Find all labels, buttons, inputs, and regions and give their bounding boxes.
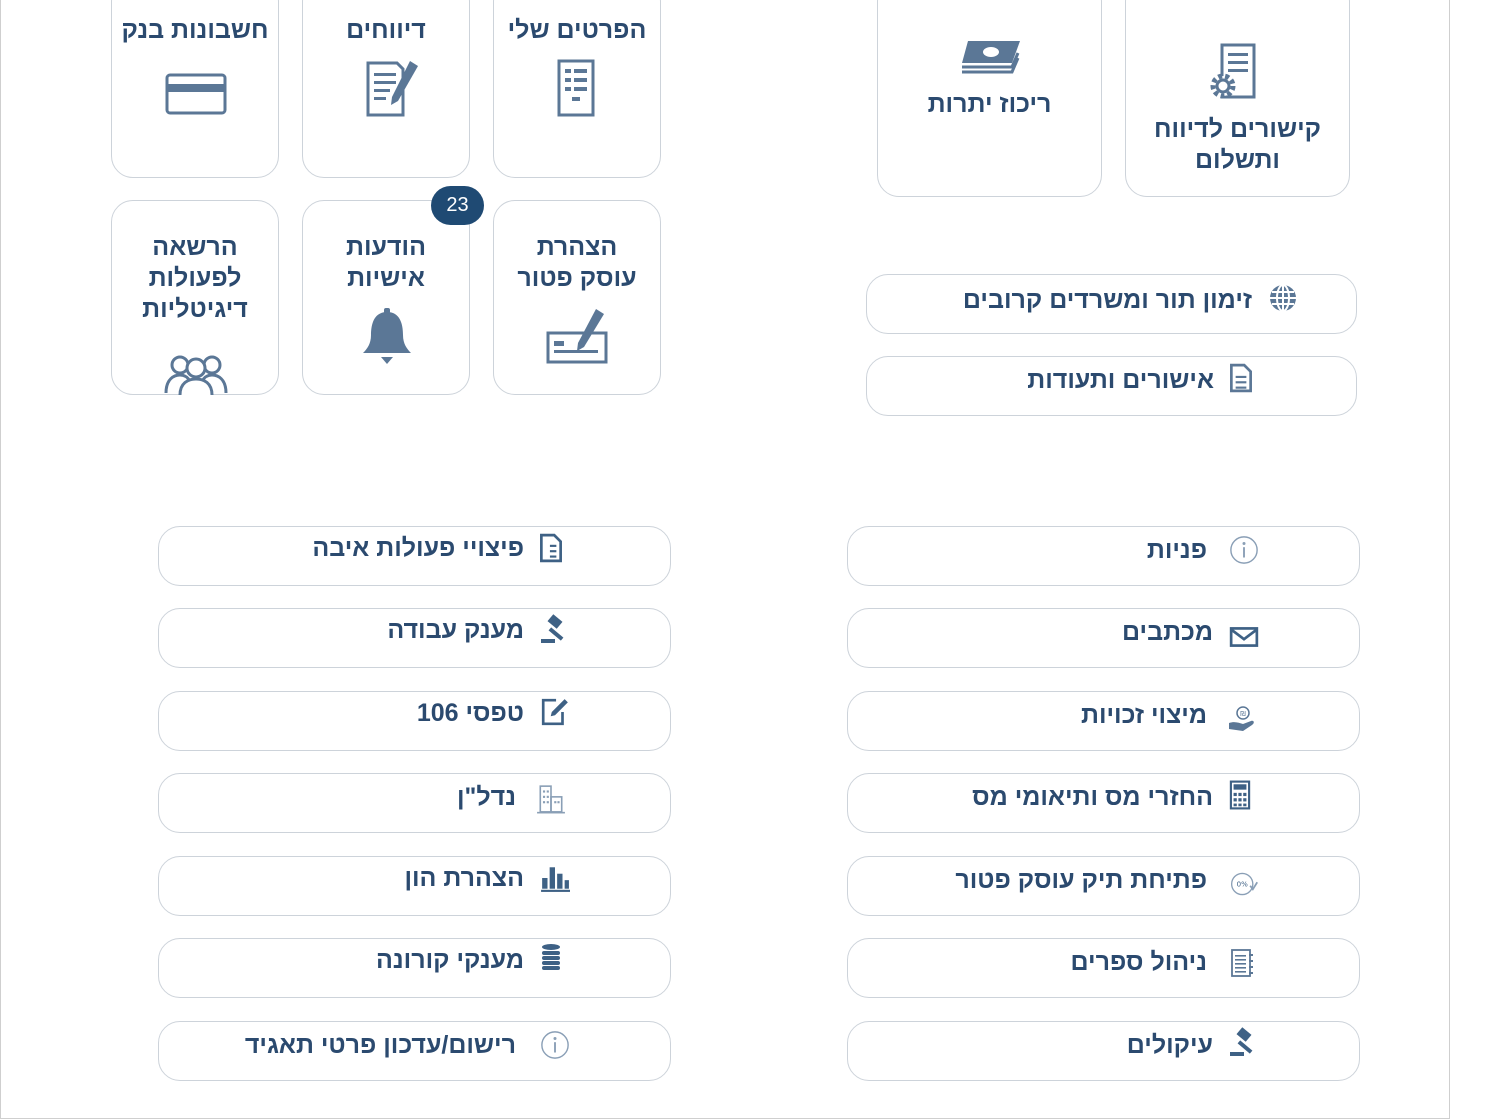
link-capital-declaration[interactable]: הצהרת הון xyxy=(158,856,671,916)
coins-stack-icon xyxy=(542,944,560,970)
tile-bank-accounts[interactable]: חשבונות בנק xyxy=(111,0,279,178)
tile-my-details[interactable]: הפרטים שלי xyxy=(493,0,661,178)
gavel-icon xyxy=(541,614,564,643)
link-label: פיצויי פעולות איבה xyxy=(312,534,524,562)
tile-label: דיווחים xyxy=(346,16,426,44)
info-icon xyxy=(541,1031,569,1059)
link-hostile-acts-compensation[interactable]: פיצויי פעולות איבה xyxy=(158,526,671,586)
document-gear-icon xyxy=(1210,43,1256,99)
link-label: ניהול ספרים xyxy=(1070,948,1207,976)
money-stack-icon xyxy=(962,41,1020,74)
tile-label: הרשאה לפעולות דיגיטליות xyxy=(142,233,248,323)
document-icon xyxy=(540,533,562,563)
tile-label: הודעות אישיות xyxy=(346,233,426,292)
link-letters[interactable]: מכתבים xyxy=(847,608,1360,668)
building-icon xyxy=(537,785,565,814)
link-label: עיקולים xyxy=(1126,1031,1213,1059)
link-appointments-offices[interactable]: זימון תור ומשרדים קרובים xyxy=(866,274,1357,334)
tile-label: הצהרת עוסק פטור xyxy=(517,233,637,292)
link-label: פתיחת תיק עוסק פטור xyxy=(955,866,1207,894)
link-label: נדל"ן xyxy=(456,783,516,811)
info-icon xyxy=(1230,536,1258,564)
bell-icon xyxy=(363,308,411,364)
percent-badge-icon: 0% xyxy=(1230,872,1258,896)
credit-card-icon xyxy=(165,73,227,115)
link-label: מענק עבודה xyxy=(387,616,524,644)
link-label: זימון תור ומשרדים קרובים xyxy=(962,286,1252,314)
document-icon xyxy=(1230,363,1252,393)
tile-label: הפרטים שלי xyxy=(507,16,647,44)
link-label: מכתבים xyxy=(1122,618,1213,646)
tile-label: קישורים לדיווח ותשלום xyxy=(1154,115,1321,174)
tile-personal-messages[interactable]: הודעות אישיות xyxy=(302,200,470,395)
link-label: אישורים ותעודות xyxy=(1027,366,1214,394)
link-label: רישום/עדכון פרטי תאגיד xyxy=(244,1031,516,1059)
link-rights-realization[interactable]: מיצוי זכויות ₪ xyxy=(847,691,1360,751)
link-corporate-registration[interactable]: רישום/עדכון פרטי תאגיד xyxy=(158,1021,671,1081)
tile-reports[interactable]: דיווחים xyxy=(302,0,470,178)
notebook-icon xyxy=(1231,949,1253,977)
document-list-icon xyxy=(557,59,595,117)
svg-text:0%: 0% xyxy=(1237,880,1248,889)
link-label: טפסי 106 xyxy=(416,699,524,727)
users-icon xyxy=(164,355,228,395)
tile-digital-authorization[interactable]: הרשאה לפעולות דיגיטליות xyxy=(111,200,279,395)
globe-icon xyxy=(1270,284,1296,312)
link-label: פניות xyxy=(1146,536,1207,564)
link-inquiries[interactable]: פניות xyxy=(847,526,1360,586)
tile-report-payment-links[interactable]: קישורים לדיווח ותשלום xyxy=(1125,0,1350,197)
link-label: מענקי קורונה xyxy=(376,946,524,974)
link-form-106[interactable]: טפסי 106 xyxy=(158,691,671,751)
document-edit-icon xyxy=(366,61,418,117)
hand-coin-icon: ₪ xyxy=(1229,706,1254,731)
link-label: החזרי מס ותיאומי מס xyxy=(972,783,1213,811)
check-sign-icon xyxy=(546,309,608,364)
link-work-grant[interactable]: מענק עבודה xyxy=(158,608,671,668)
tile-label: חשבונות בנק xyxy=(121,16,269,44)
svg-text:₪: ₪ xyxy=(1240,710,1246,718)
bar-chart-icon xyxy=(541,867,570,892)
envelope-icon xyxy=(1229,627,1259,647)
link-real-estate[interactable]: נדל"ן xyxy=(158,773,671,833)
link-open-exempt-dealer-file[interactable]: פתיחת תיק עוסק פטור 0% xyxy=(847,856,1360,916)
link-certificates[interactable]: אישורים ותעודות xyxy=(866,356,1357,416)
link-label: הצהרת הון xyxy=(404,864,524,892)
form-edit-icon xyxy=(541,698,568,726)
link-foreclosures[interactable]: עיקולים xyxy=(847,1021,1360,1081)
link-corona-grants[interactable]: מענקי קורונה xyxy=(158,938,671,998)
gavel-icon xyxy=(1230,1027,1253,1056)
link-bookkeeping[interactable]: ניהול ספרים xyxy=(847,938,1360,998)
tile-balances-summary[interactable]: ריכוז יתרות xyxy=(877,0,1102,197)
calculator-icon xyxy=(1229,780,1251,810)
notification-count-badge: 23 xyxy=(431,186,484,225)
tile-exempt-dealer-declaration[interactable]: הצהרת עוסק פטור xyxy=(493,200,661,395)
link-label: מיצוי זכויות xyxy=(1081,701,1207,729)
tile-label: ריכוז יתרות xyxy=(927,90,1052,118)
link-tax-refunds[interactable]: החזרי מס ותיאומי מס xyxy=(847,773,1360,833)
